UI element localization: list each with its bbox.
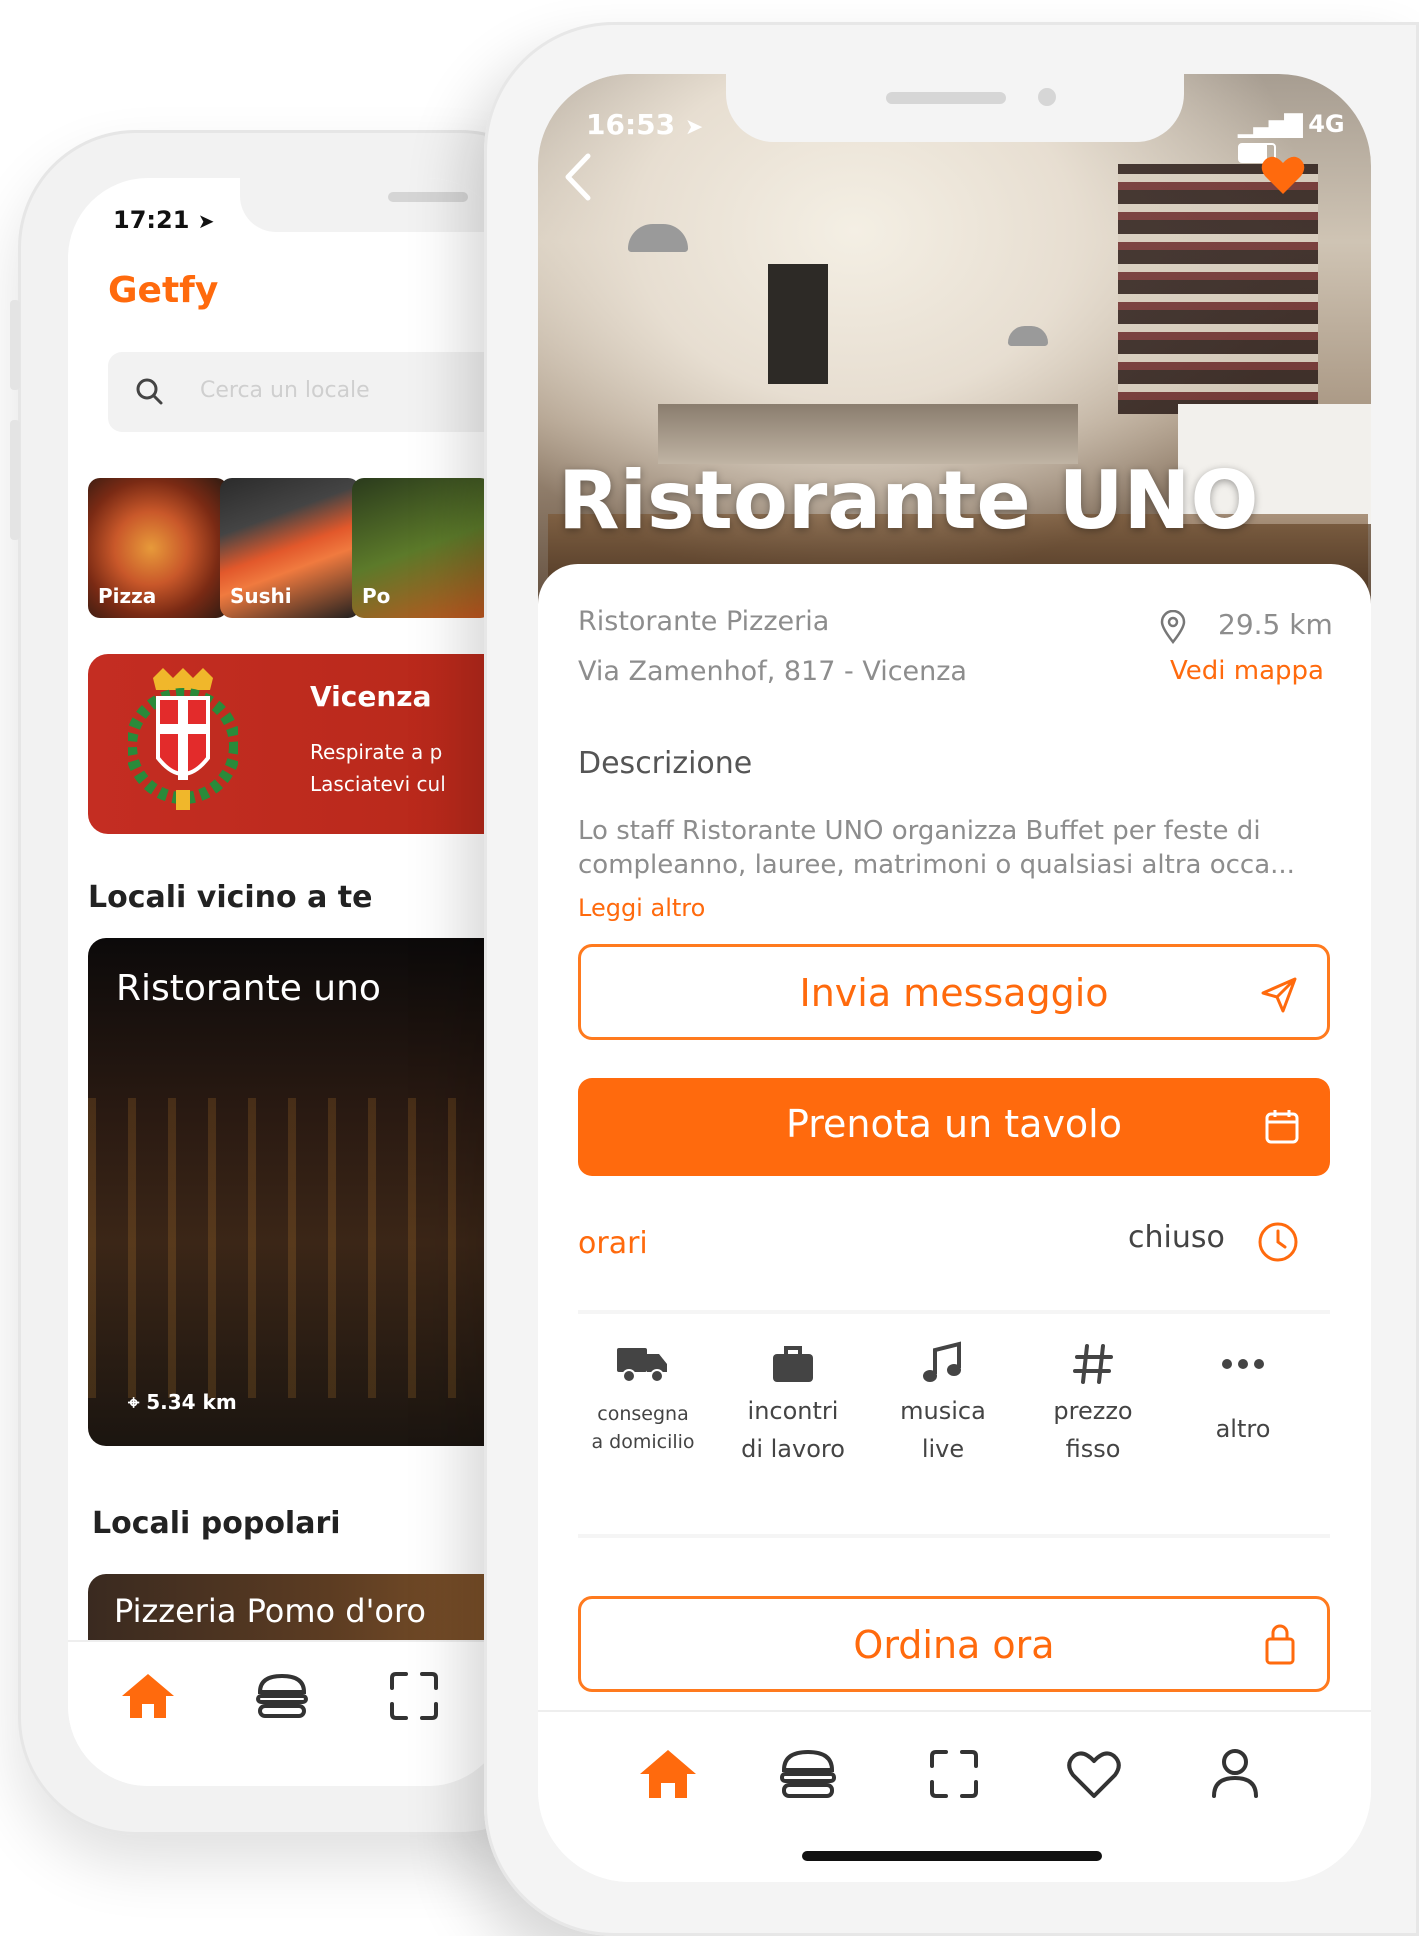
service-label: musica live bbox=[900, 1397, 986, 1463]
calendar-icon bbox=[1265, 1110, 1299, 1144]
restaurant-distance: 29.5 km bbox=[1218, 608, 1333, 641]
front-phone-speaker bbox=[886, 92, 1006, 104]
lamp bbox=[1008, 326, 1048, 346]
back-arrow-icon[interactable] bbox=[558, 150, 598, 204]
service-more[interactable]: altro bbox=[1168, 1340, 1318, 1448]
status-time: 16:53 ➤ bbox=[586, 108, 704, 141]
search-icon bbox=[136, 378, 163, 405]
home-icon[interactable] bbox=[636, 1746, 700, 1802]
search-placeholder: Cerca un locale bbox=[200, 378, 370, 403]
briefcase-icon bbox=[773, 1346, 813, 1382]
send-message-label: Invia messaggio bbox=[799, 971, 1109, 1015]
home-icon[interactable] bbox=[118, 1670, 178, 1722]
divider bbox=[578, 1310, 1330, 1314]
back-phone-speaker bbox=[388, 192, 468, 202]
wine-rack bbox=[1118, 164, 1318, 414]
search-input[interactable]: Cerca un locale bbox=[108, 352, 508, 432]
description-title: Descrizione bbox=[578, 746, 753, 781]
back-phone-side-button bbox=[10, 420, 20, 540]
restaurant-address: Via Zamenhof, 817 - Vicenza bbox=[578, 656, 967, 687]
category-label: Pizza bbox=[98, 584, 157, 608]
near-card-distance: ⌖ 5.34 km bbox=[128, 1390, 237, 1414]
back-tab-bar bbox=[68, 1640, 508, 1786]
near-card-title: Ristorante uno bbox=[116, 968, 381, 1009]
book-table-button[interactable]: Prenota un tavolo bbox=[578, 1078, 1330, 1176]
home-indicator[interactable] bbox=[802, 1851, 1102, 1861]
popular-section-title: Locali popolari bbox=[92, 1506, 341, 1541]
service-label: altro bbox=[1215, 1415, 1271, 1443]
card-photo bbox=[88, 1098, 508, 1398]
category-po[interactable]: Po bbox=[352, 478, 492, 618]
city-description: Respirate a p Lasciatevi cul bbox=[310, 740, 446, 796]
near-restaurant-card[interactable]: Ristorante uno ⌖ 5.34 km bbox=[88, 938, 508, 1446]
service-label: incontri di lavoro bbox=[741, 1397, 845, 1463]
category-sushi[interactable]: Sushi bbox=[220, 478, 360, 618]
scan-icon[interactable] bbox=[928, 1748, 980, 1800]
hashtag-icon bbox=[1073, 1344, 1113, 1384]
book-table-label: Prenota un tavolo bbox=[786, 1102, 1122, 1146]
near-section-title: Locali vicino a te bbox=[88, 880, 373, 915]
order-now-label: Ordina ora bbox=[853, 1623, 1055, 1667]
send-message-button[interactable]: Invia messaggio bbox=[578, 944, 1330, 1040]
location-arrow-icon: ➤ bbox=[684, 115, 704, 140]
service-business-meetings[interactable]: incontri di lavoro bbox=[718, 1340, 868, 1468]
clock-icon[interactable] bbox=[1256, 1220, 1300, 1264]
burger-icon[interactable] bbox=[778, 1748, 838, 1800]
back-phone-screen: 17:21 ➤ Getfy Cerca un locale Pizza Sush… bbox=[68, 178, 508, 1786]
category-label: Sushi bbox=[230, 584, 292, 608]
service-live-music[interactable]: musica live bbox=[868, 1340, 1018, 1468]
category-pizza[interactable]: Pizza bbox=[88, 478, 228, 618]
city-crest-icon bbox=[128, 668, 238, 810]
popular-card-title: Pizzeria Pomo d'oro bbox=[114, 1592, 426, 1630]
service-fixed-price[interactable]: prezzo fisso bbox=[1018, 1340, 1168, 1468]
favorite-heart-icon[interactable] bbox=[1260, 154, 1306, 196]
order-now-button[interactable]: Ordina ora bbox=[578, 1596, 1330, 1692]
location-pin-icon: ⌖ bbox=[128, 1390, 140, 1414]
location-arrow-icon: ➤ bbox=[197, 209, 215, 233]
more-icon bbox=[1222, 1359, 1264, 1369]
hero-window bbox=[768, 264, 828, 384]
restaurant-type: Ristorante Pizzeria bbox=[578, 606, 830, 637]
description-text: Lo staff Ristorante UNO organizza Buffet… bbox=[578, 816, 1295, 880]
status-time: 17:21 ➤ bbox=[113, 206, 215, 234]
view-map-link[interactable]: Vedi mappa bbox=[1170, 656, 1324, 686]
back-phone-notch bbox=[240, 178, 508, 232]
profile-icon[interactable] bbox=[1210, 1746, 1260, 1800]
service-label: prezzo fisso bbox=[1053, 1397, 1133, 1463]
location-pin-icon bbox=[1160, 610, 1186, 644]
service-label: consegna a domicilio bbox=[591, 1403, 695, 1453]
shopping-bag-icon bbox=[1265, 1624, 1295, 1665]
category-label: Po bbox=[362, 584, 391, 608]
lamp bbox=[628, 224, 688, 252]
scan-icon[interactable] bbox=[388, 1670, 440, 1722]
send-icon bbox=[1261, 977, 1297, 1013]
city-card[interactable]: Vicenza Respirate a p Lasciatevi cul bbox=[88, 654, 508, 834]
divider bbox=[578, 1534, 1330, 1538]
delivery-truck-icon bbox=[617, 1348, 667, 1383]
front-phone-notch bbox=[726, 74, 1184, 142]
read-more-link[interactable]: Leggi altro bbox=[578, 894, 705, 922]
city-title: Vicenza bbox=[310, 680, 432, 713]
burger-icon[interactable] bbox=[254, 1672, 310, 1720]
opening-hours-label[interactable]: orari bbox=[578, 1226, 648, 1261]
music-note-icon bbox=[923, 1341, 961, 1382]
opening-status: chiuso bbox=[1128, 1220, 1225, 1255]
signal-icon: ▁▃▅▇ bbox=[1238, 110, 1303, 138]
service-delivery[interactable]: consegna a domicilio bbox=[568, 1340, 718, 1456]
restaurant-detail-sheet: Ristorante Pizzeria Via Zamenhof, 817 - … bbox=[538, 564, 1371, 1882]
services-row: consegna a domicilio incontri di lavoro bbox=[578, 1340, 1330, 1500]
favorites-heart-icon[interactable] bbox=[1066, 1750, 1122, 1800]
front-phone-screen: 16:53 ➤ ▁▃▅▇ 4G Ristorante UNO Ristorant… bbox=[538, 74, 1371, 1882]
restaurant-title: Ristorante UNO bbox=[558, 454, 1259, 547]
front-phone-camera bbox=[1038, 88, 1056, 106]
app-logo: Getfy bbox=[108, 270, 219, 311]
back-phone-side-button bbox=[10, 300, 20, 390]
